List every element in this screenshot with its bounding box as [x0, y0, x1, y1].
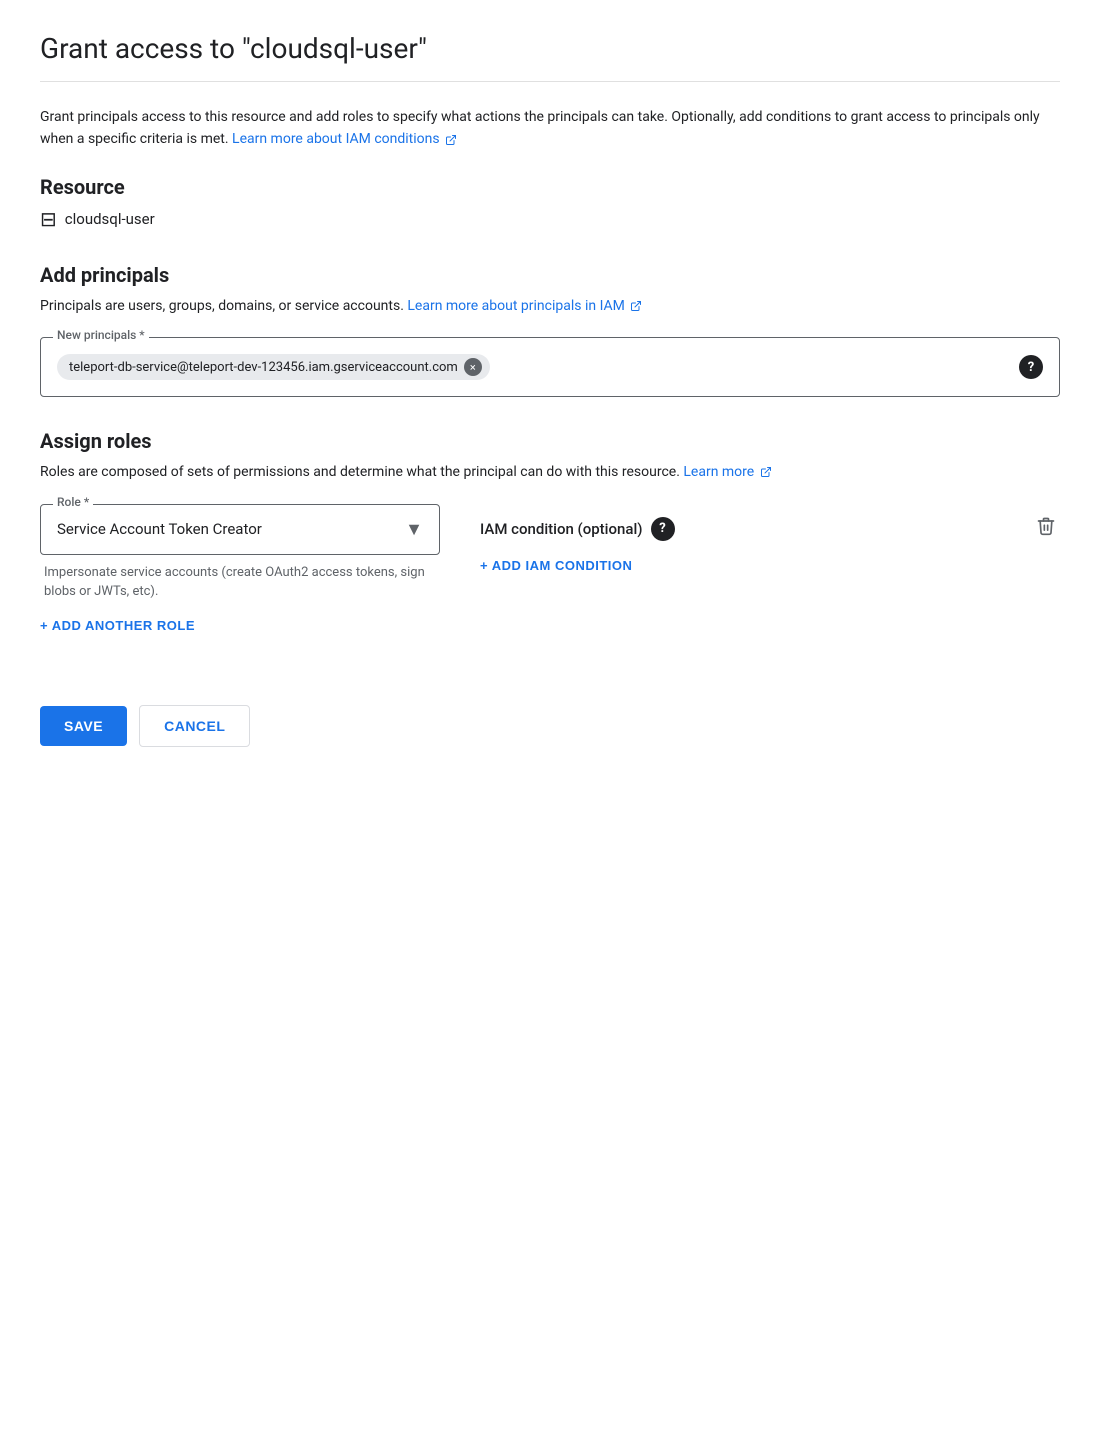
actions-row: SAVE CANCEL: [40, 705, 1060, 747]
principals-link[interactable]: Learn more about principals in IAM: [407, 298, 642, 314]
assign-roles-title: Assign roles: [40, 429, 1060, 453]
role-select[interactable]: Role * Service Account Token Creator ▼: [40, 504, 440, 555]
role-select-label: Role *: [53, 495, 93, 509]
resource-section-title: Resource: [40, 175, 1060, 199]
add-another-role-btn[interactable]: + ADD ANOTHER ROLE: [40, 618, 195, 633]
iam-condition-help-icon[interactable]: ?: [651, 517, 675, 541]
chip-value: teleport-db-service@teleport-dev-123456.…: [69, 360, 458, 375]
role-field-wrapper: Role * Service Account Token Creator ▼ I…: [40, 504, 440, 602]
save-button[interactable]: SAVE: [40, 706, 127, 746]
chip-close-btn[interactable]: ×: [464, 358, 482, 376]
new-principals-field[interactable]: New principals * teleport-db-service@tel…: [40, 337, 1060, 397]
cancel-button[interactable]: CANCEL: [139, 705, 250, 747]
resource-icon: ⊟: [40, 207, 57, 231]
roles-ext-icon: [760, 466, 772, 478]
iam-condition-wrapper: IAM condition (optional) ? + ADD IAM CON…: [480, 504, 1060, 574]
role-description: Impersonate service accounts (create OAu…: [40, 563, 440, 602]
external-link-icon: [445, 134, 457, 146]
trash-icon: [1036, 516, 1056, 536]
roles-description: Roles are composed of sets of permission…: [40, 461, 1060, 483]
role-select-value: Service Account Token Creator: [57, 520, 262, 538]
iam-condition-label: IAM condition (optional): [480, 520, 643, 538]
new-principals-label: New principals *: [53, 328, 149, 342]
role-select-inner[interactable]: Service Account Token Creator ▼: [41, 505, 439, 554]
iam-conditions-link[interactable]: Learn more about IAM conditions: [232, 131, 457, 147]
add-principals-title: Add principals: [40, 263, 1060, 287]
dropdown-arrow-icon: ▼: [405, 519, 423, 540]
principal-chip[interactable]: teleport-db-service@teleport-dev-123456.…: [57, 354, 490, 380]
chip-area: teleport-db-service@teleport-dev-123456.…: [57, 354, 1019, 380]
page-title: Grant access to "cloudsql-user": [40, 32, 1060, 65]
principals-help-icon[interactable]: ?: [1019, 355, 1043, 379]
iam-condition-header: IAM condition (optional) ?: [480, 512, 1060, 546]
resource-name: cloudsql-user: [65, 210, 155, 228]
resource-item: ⊟ cloudsql-user: [40, 207, 1060, 231]
title-divider: [40, 81, 1060, 82]
principals-ext-icon: [630, 300, 642, 312]
roles-row: Role * Service Account Token Creator ▼ I…: [40, 504, 1060, 602]
add-principals-section: Add principals Principals are users, gro…: [40, 263, 1060, 397]
description-text: Grant principals access to this resource…: [40, 106, 1060, 151]
resource-section: Resource ⊟ cloudsql-user: [40, 175, 1060, 231]
add-iam-condition-btn[interactable]: + ADD IAM CONDITION: [480, 558, 632, 573]
principals-description: Principals are users, groups, domains, o…: [40, 295, 1060, 317]
delete-role-btn[interactable]: [1032, 512, 1060, 546]
assign-roles-section: Assign roles Roles are composed of sets …: [40, 429, 1060, 672]
roles-learn-more-link[interactable]: Learn more: [683, 464, 771, 480]
